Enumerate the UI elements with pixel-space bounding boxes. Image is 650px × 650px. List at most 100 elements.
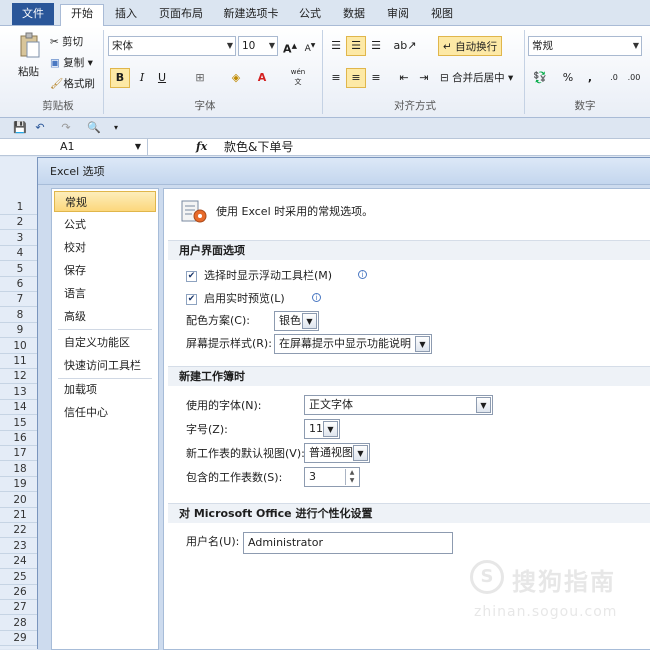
tab-new-tab[interactable]: 新建选项卡 bbox=[220, 5, 282, 25]
row-header[interactable]: 13 bbox=[0, 385, 40, 400]
nav-item-language[interactable]: 语言 bbox=[54, 283, 156, 304]
tab-data[interactable]: 数据 bbox=[338, 5, 370, 25]
paste-button[interactable]: 粘贴 bbox=[18, 62, 39, 82]
row-header[interactable]: 19 bbox=[0, 477, 40, 493]
decrease-decimal-icon[interactable]: .00 bbox=[624, 68, 644, 88]
grow-font-icon[interactable]: A▲ bbox=[280, 36, 300, 56]
currency-icon[interactable]: 💱 bbox=[530, 68, 550, 88]
cut-button[interactable]: ✂ 剪切 bbox=[50, 32, 83, 52]
tab-formulas[interactable]: 公式 bbox=[294, 5, 326, 25]
row-header[interactable]: 18 bbox=[0, 462, 40, 477]
row-header[interactable]: 2 bbox=[0, 215, 40, 231]
row-header[interactable]: 12 bbox=[0, 369, 40, 385]
default-font-select[interactable]: 正文字体 ▼ bbox=[304, 395, 493, 415]
row-header[interactable]: 22 bbox=[0, 523, 40, 539]
row-header[interactable]: 20 bbox=[0, 493, 40, 508]
nav-item-save[interactable]: 保存 bbox=[54, 260, 156, 281]
row-header[interactable]: 6 bbox=[0, 277, 40, 292]
tab-home[interactable]: 开始 bbox=[60, 4, 104, 27]
sheet-count-spinner[interactable]: 3 ▲ ▼ bbox=[304, 467, 360, 487]
row-header[interactable]: 1 bbox=[0, 200, 40, 215]
row-header[interactable]: 3 bbox=[0, 231, 40, 246]
number-format-select[interactable]: 常规 ▼ bbox=[528, 36, 642, 56]
tab-page-layout[interactable]: 页面布局 bbox=[156, 5, 206, 25]
username-input[interactable]: Administrator bbox=[243, 532, 453, 554]
paste-icon[interactable] bbox=[18, 32, 42, 60]
row-header[interactable]: 7 bbox=[0, 292, 40, 308]
row-header[interactable]: 9 bbox=[0, 323, 40, 339]
nav-item-trust-center[interactable]: 信任中心 bbox=[54, 402, 156, 423]
border-icon[interactable]: ⊞ bbox=[190, 68, 210, 88]
percent-button[interactable]: % bbox=[558, 68, 578, 88]
print-preview-icon[interactable]: 🔍 bbox=[84, 118, 104, 138]
row-header[interactable]: 14 bbox=[0, 400, 40, 416]
comma-button[interactable]: , bbox=[580, 68, 600, 88]
row-header[interactable]: 4 bbox=[0, 246, 40, 262]
align-top-icon[interactable]: ☰ bbox=[326, 36, 346, 56]
row-header[interactable]: 25 bbox=[0, 570, 40, 585]
fill-color-icon[interactable]: ◈ bbox=[226, 68, 246, 88]
align-left-icon[interactable]: ≡ bbox=[326, 68, 346, 88]
chevron-down-icon: ▼ bbox=[476, 397, 491, 413]
row-header[interactable]: 27 bbox=[0, 600, 40, 616]
tab-file[interactable]: 文件 bbox=[12, 3, 54, 25]
name-box[interactable]: A1 ▼ bbox=[8, 139, 148, 155]
save-icon[interactable]: 💾 bbox=[10, 118, 30, 138]
align-middle-icon[interactable]: ☰ bbox=[346, 36, 366, 56]
bold-button[interactable]: B bbox=[110, 68, 130, 88]
orientation-icon[interactable]: ab↗ bbox=[392, 36, 418, 56]
screentip-select[interactable]: 在屏幕提示中显示功能说明 ▼ bbox=[274, 334, 432, 354]
row-header[interactable]: 15 bbox=[0, 416, 40, 431]
align-right-icon[interactable]: ≡ bbox=[366, 68, 386, 88]
align-center-icon[interactable]: ≡ bbox=[346, 68, 366, 88]
tab-insert[interactable]: 插入 bbox=[110, 5, 142, 25]
nav-item-general[interactable]: 常规 bbox=[54, 191, 156, 212]
row-header[interactable]: 11 bbox=[0, 354, 40, 369]
row-header[interactable]: 29 bbox=[0, 631, 40, 647]
row-header[interactable]: 5 bbox=[0, 262, 40, 277]
copy-button[interactable]: ▣ 复制 ▾ bbox=[50, 53, 93, 73]
row-header[interactable]: 16 bbox=[0, 431, 40, 446]
tab-review[interactable]: 审阅 bbox=[382, 5, 414, 25]
formula-input[interactable]: 款色&下单号 bbox=[224, 139, 293, 155]
color-scheme-select[interactable]: 银色 ▼ bbox=[274, 311, 319, 331]
nav-item-add-ins[interactable]: 加载项 bbox=[54, 379, 156, 400]
font-size-select[interactable]: 11 ▼ bbox=[304, 419, 340, 439]
undo-icon[interactable]: ↶ bbox=[30, 118, 50, 138]
nav-item-proofing[interactable]: 校对 bbox=[54, 237, 156, 258]
row-header[interactable]: 10 bbox=[0, 339, 40, 354]
phonetic-icon[interactable]: wén 文 bbox=[286, 66, 310, 86]
row-header[interactable]: 26 bbox=[0, 585, 40, 600]
underline-button[interactable]: U bbox=[152, 68, 172, 88]
minitoolbar-checkbox[interactable]: ✔ bbox=[186, 271, 197, 282]
merge-center-button[interactable]: ⊟ 合并后居中 ▾ bbox=[440, 68, 513, 88]
nav-item-customize-ribbon[interactable]: 自定义功能区 bbox=[54, 332, 156, 353]
increase-indent-icon[interactable]: ⇥ bbox=[414, 68, 434, 88]
row-header[interactable]: 24 bbox=[0, 554, 40, 570]
fx-icon[interactable]: fx bbox=[196, 139, 207, 155]
wrap-text-button[interactable]: ↵ 自动换行 bbox=[438, 36, 503, 56]
align-bottom-icon[interactable]: ☰ bbox=[366, 36, 386, 56]
nav-item-quick-access-toolbar[interactable]: 快速访问工具栏 bbox=[54, 355, 156, 376]
font-color-icon[interactable]: A bbox=[252, 68, 272, 88]
row-header[interactable]: 21 bbox=[0, 508, 40, 523]
row-header[interactable]: 8 bbox=[0, 308, 40, 323]
tab-view[interactable]: 视图 bbox=[426, 5, 458, 25]
decrease-indent-icon[interactable]: ⇤ bbox=[394, 68, 414, 88]
font-size-select[interactable]: 10 ▼ bbox=[238, 36, 278, 56]
row-header[interactable]: 17 bbox=[0, 446, 40, 462]
font-name-select[interactable]: 宋体 ▼ bbox=[108, 36, 236, 56]
livepreview-checkbox[interactable]: ✔ bbox=[186, 294, 197, 305]
nav-item-formulas[interactable]: 公式 bbox=[54, 214, 156, 235]
nav-item-advanced[interactable]: 高级 bbox=[54, 306, 156, 327]
customize-qat-icon[interactable]: ▾ bbox=[106, 118, 126, 138]
italic-button[interactable]: I bbox=[132, 68, 152, 88]
row-header[interactable]: 28 bbox=[0, 616, 40, 631]
default-view-select[interactable]: 普通视图 ▼ bbox=[304, 443, 370, 463]
spinner-arrows-icon[interactable]: ▲ ▼ bbox=[345, 469, 358, 485]
shrink-font-icon[interactable]: A▼ bbox=[300, 36, 320, 56]
increase-decimal-icon[interactable]: .0 bbox=[604, 68, 624, 88]
redo-icon[interactable]: ↷ bbox=[56, 118, 76, 138]
row-header[interactable]: 23 bbox=[0, 539, 40, 554]
format-painter-button[interactable]: 🖌格式刷 bbox=[50, 74, 95, 94]
